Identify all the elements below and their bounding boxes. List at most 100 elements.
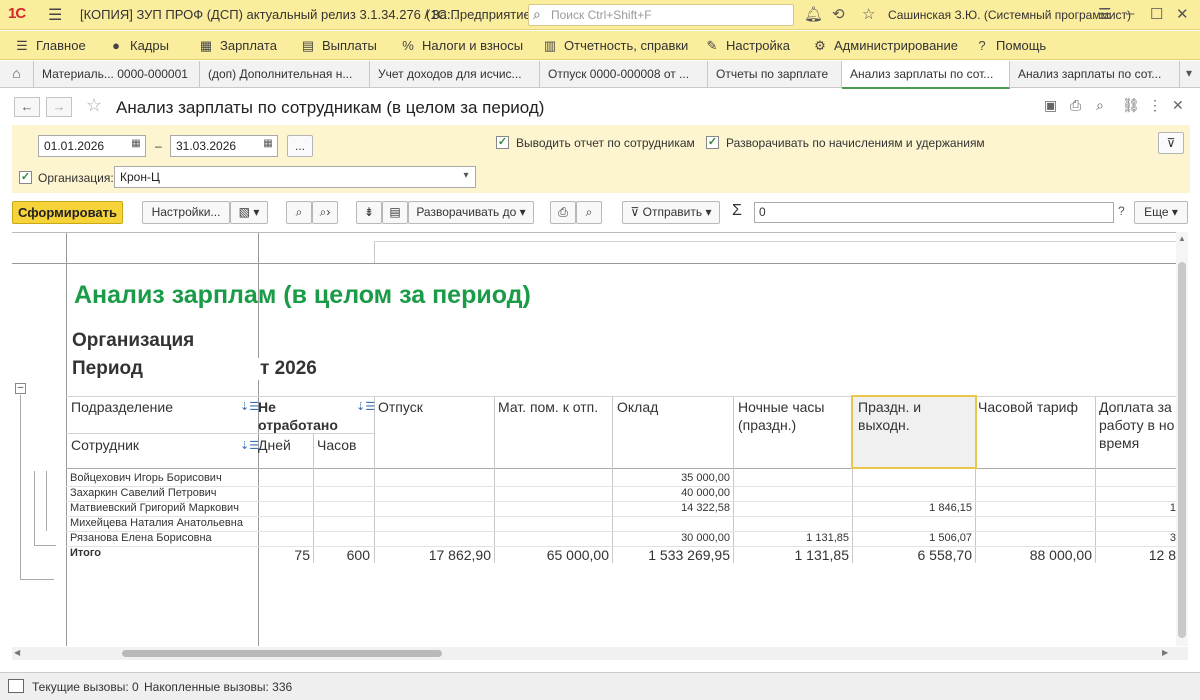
group-tree-line — [34, 471, 35, 545]
help-link[interactable]: ? — [1118, 204, 1125, 218]
column-border — [374, 396, 375, 563]
current-user[interactable]: Сашинская З.Ю. (Системный программист) — [888, 8, 1131, 22]
calendar-icon[interactable]: ▦ — [129, 138, 143, 152]
variant-dropdown-icon[interactable]: ▧ ▾ — [230, 201, 268, 224]
filter-icon[interactable]: ⊽ — [1158, 132, 1184, 154]
menu-item-hr[interactable]: ● Кадры — [108, 38, 169, 53]
date-from-field[interactable]: 01.01.2026 ▦ — [38, 135, 146, 157]
settings-button[interactable]: Настройки... — [142, 201, 230, 224]
tab-salary-analysis-2[interactable]: Анализ зарплаты по сот... — [1010, 61, 1180, 88]
gear-icon: ⚙ — [814, 38, 826, 53]
column-header-vacation: Отпуск — [378, 399, 423, 415]
global-search-input[interactable]: ⌕ Поиск Ctrl+Shift+F — [528, 4, 794, 26]
more-dropdown[interactable]: Еще ▾ — [1134, 201, 1188, 224]
app-title: [КОПИЯ] ЗУП ПРОФ (ДСП) актуальный релиз … — [80, 7, 458, 22]
table-row-employee[interactable]: Войцехович Игорь Борисович — [70, 472, 222, 484]
history-icon[interactable]: ⟲ — [832, 5, 845, 23]
menu-item-taxes[interactable]: % Налоги и взносы — [400, 38, 523, 53]
tab-income-accounting[interactable]: Учет доходов для исчис... — [370, 61, 540, 88]
report-spreadsheet[interactable]: – Анализ зарплам (в целом за период) Орг… — [12, 232, 1188, 646]
find-next-icon[interactable]: ⌕› — [312, 201, 338, 224]
favorites-star-icon[interactable]: ☆ — [862, 5, 875, 23]
collapse-group-icon[interactable]: – — [15, 383, 26, 394]
menu-item-payments[interactable]: ▤ Выплаты — [300, 38, 377, 54]
menu-item-main[interactable]: ☰ Главное — [14, 38, 86, 54]
collapse-groups-icon[interactable]: ⇟ — [356, 201, 382, 224]
tab-extra-accrual[interactable]: (доп) Дополнительная н... — [200, 61, 370, 88]
menu-item-admin[interactable]: ⚙ Администрирование — [812, 38, 958, 54]
maximize-icon[interactable]: ☐ — [1150, 5, 1163, 23]
total-salary: 1 533 269,95 — [648, 547, 730, 563]
frozen-column-divider — [66, 233, 67, 646]
more-actions-icon[interactable]: ⋮ — [1148, 97, 1162, 114]
print-icon[interactable]: ⎙ — [550, 201, 576, 224]
link-icon[interactable]: ⛓ — [1122, 97, 1140, 114]
save-icon[interactable]: ▣ — [1044, 97, 1057, 114]
frozen-row-divider — [12, 263, 1176, 264]
header-top-border — [66, 396, 1176, 397]
people-icon: ● — [112, 38, 120, 53]
table-row-employee[interactable]: Захаркин Савелий Петрович — [70, 487, 217, 499]
sum-value-field[interactable]: 0 — [754, 202, 1114, 223]
total-extra: 12 8 — [1148, 547, 1176, 563]
period-select-button[interactable]: ... — [287, 135, 313, 157]
report-title: Анализ зарплам (в целом за период) — [74, 281, 531, 309]
expand-to-dropdown[interactable]: Разворачивать до ▾ — [408, 201, 534, 224]
menu-icon: ☰ — [16, 38, 28, 53]
show-by-employee-checkbox[interactable]: ✓ — [496, 136, 509, 149]
back-arrow-icon[interactable]: ← — [14, 97, 40, 117]
monitor-icon[interactable] — [8, 679, 24, 693]
send-dropdown[interactable]: ⊽ Отправить ▾ — [622, 201, 720, 224]
close-icon[interactable]: ✕ — [1176, 5, 1189, 23]
column-header-night-2: (праздн.) — [738, 417, 797, 433]
settings-menu-icon[interactable]: ☰ — [1098, 5, 1111, 23]
tab-salary-reports[interactable]: Отчеты по зарплате — [708, 61, 842, 88]
table-row-employee[interactable]: Рязанова Елена Борисовна — [70, 532, 212, 544]
column-header-hourly: Часовой тариф — [978, 399, 1079, 415]
scroll-up-icon[interactable]: ▲ — [1176, 234, 1188, 243]
table-cell-salary: 30 000,00 — [681, 532, 730, 544]
preview-icon[interactable]: ⌕ — [1096, 97, 1104, 114]
menu-item-reporting[interactable]: ▥ Отчетность, справки — [542, 38, 688, 54]
scroll-right-icon[interactable]: ▶ — [1162, 648, 1168, 657]
sort-icon[interactable]: ⇣☰ — [356, 400, 375, 413]
vertical-scrollbar[interactable]: ▲ — [1176, 232, 1188, 646]
organization-checkbox[interactable]: ✓ — [19, 171, 32, 184]
print-icon[interactable]: ⎙ — [1070, 97, 1081, 114]
table-row-employee[interactable]: Матвиевский Григорий Маркович — [70, 502, 239, 514]
home-tab-icon[interactable]: ⌂ — [0, 61, 34, 88]
favorite-star-icon[interactable]: ☆ — [86, 95, 102, 116]
sort-icon[interactable]: ⇣☰ — [240, 439, 259, 452]
organization-field[interactable]: Крон-Ц ▾ — [114, 166, 476, 188]
tab-vacation[interactable]: Отпуск 0000-000008 от ... — [540, 61, 708, 88]
tabs-list-icon[interactable]: ▾ — [1186, 66, 1192, 80]
print-preview-icon[interactable]: ⌕ — [576, 201, 602, 224]
expand-groups-icon[interactable]: ▤ — [382, 201, 408, 224]
date-to-field[interactable]: 31.03.2026 ▦ — [170, 135, 278, 157]
bell-icon[interactable]: 🔔︎ — [804, 5, 823, 23]
table-cell-extra: 1 — [1169, 502, 1176, 514]
find-icon[interactable]: ⌕ — [286, 201, 312, 224]
tab-salary-analysis-active[interactable]: Анализ зарплаты по сот... — [842, 61, 1010, 89]
expand-accruals-checkbox[interactable]: ✓ — [706, 136, 719, 149]
horizontal-scrollbar[interactable]: ◀ ▶ — [12, 647, 1188, 660]
menu-item-salary[interactable]: ▦ Зарплата — [198, 38, 277, 54]
horizontal-scroll-thumb[interactable] — [122, 650, 442, 657]
dropdown-arrow-icon[interactable]: ▾ — [459, 170, 473, 184]
table-row-employee[interactable]: Михейцева Наталия Анатольевна — [70, 517, 243, 529]
table-cell-extra: 3 — [1169, 532, 1176, 544]
sort-icon[interactable]: ⇣☰ — [240, 400, 259, 413]
menu-item-settings[interactable]: ✎ Настройка — [704, 38, 790, 54]
main-menu-icon[interactable]: ☰ — [48, 5, 62, 25]
vertical-scroll-thumb[interactable] — [1178, 262, 1186, 638]
search-placeholder: Поиск Ctrl+Shift+F — [551, 8, 652, 22]
minimize-icon[interactable]: – — [1126, 5, 1134, 22]
generate-button[interactable]: Сформировать — [12, 201, 123, 224]
menu-item-help[interactable]: ? Помощь — [974, 38, 1046, 53]
forward-arrow-icon[interactable]: → — [46, 97, 72, 117]
group-tree-line — [34, 545, 56, 546]
close-form-icon[interactable]: ✕ — [1172, 97, 1184, 114]
calendar-icon[interactable]: ▦ — [261, 138, 275, 152]
scroll-left-icon[interactable]: ◀ — [14, 648, 20, 657]
tab-materials[interactable]: Материаль... 0000-000001 — [34, 61, 200, 88]
